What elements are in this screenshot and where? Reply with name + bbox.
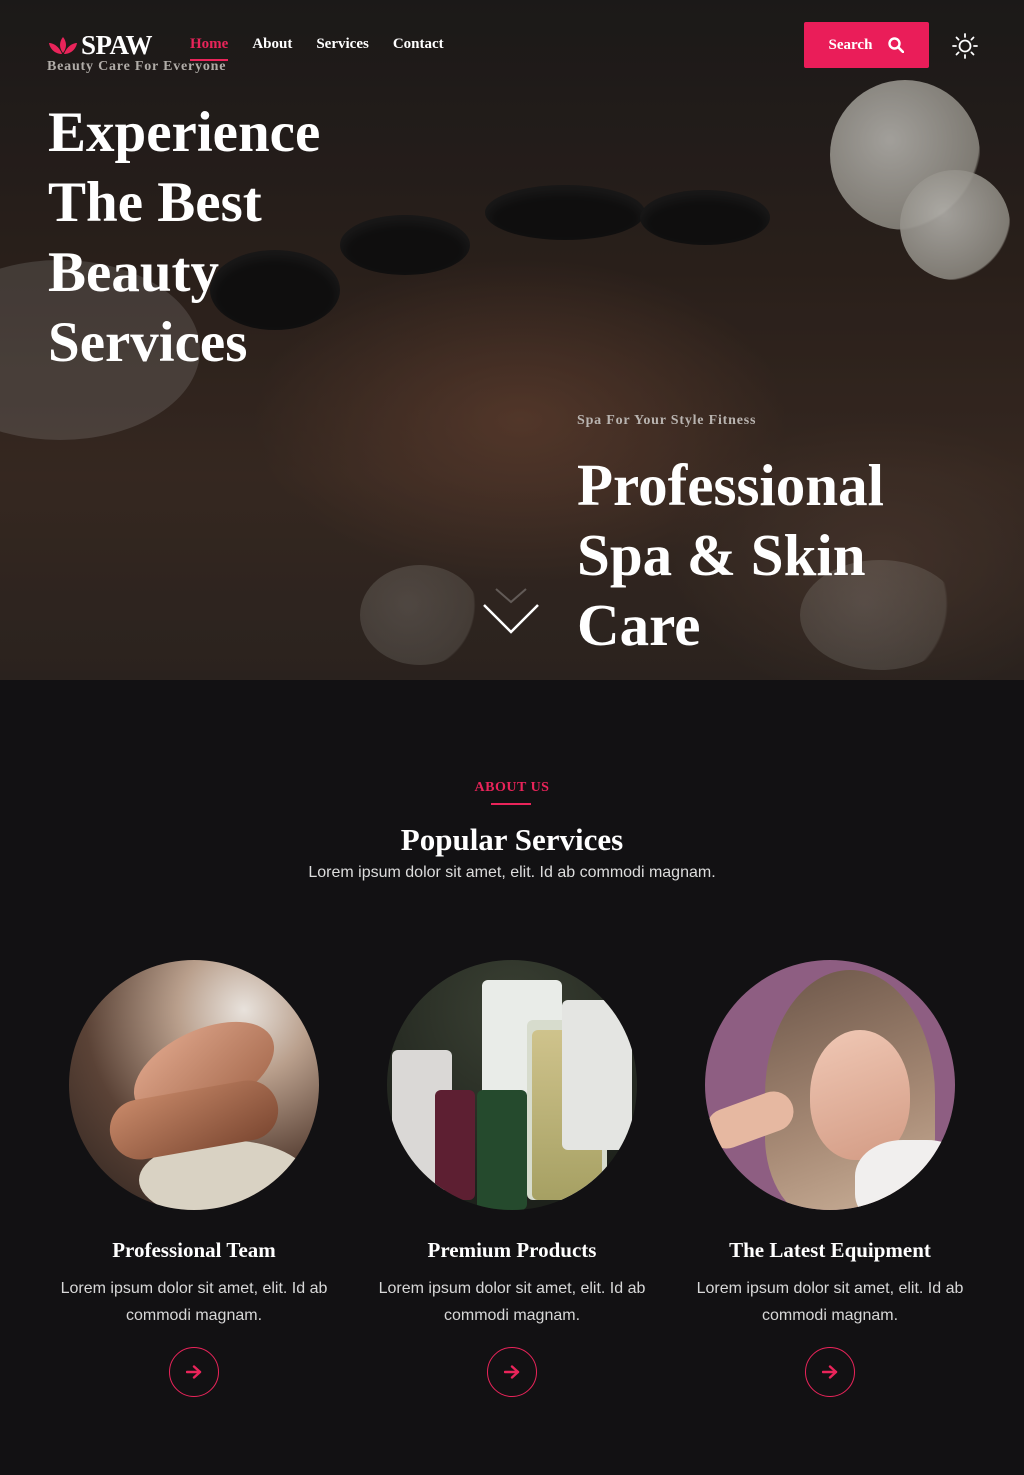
sun-icon[interactable]	[952, 33, 978, 59]
service-text: Lorem ipsum dolor sit amet, elit. Id ab …	[60, 1280, 328, 1324]
foot-massage-image	[69, 960, 319, 1210]
arrow-right-icon	[504, 1365, 520, 1379]
beauty-portrait-image	[705, 960, 955, 1210]
chevron-down-icon[interactable]	[480, 585, 542, 635]
section-subtitle: Lorem ipsum dolor sit amet, elit. Id ab …	[308, 864, 716, 881]
lotus-icon	[49, 36, 77, 54]
service-title: Professional Team	[112, 1238, 276, 1262]
section-title: Popular Services	[400, 822, 624, 857]
hero-section: SPAW Beauty Care For Everyone Home About…	[0, 0, 1024, 680]
search-icon	[888, 37, 905, 53]
service-card: Premium Products Lorem ipsum dolor sit a…	[353, 960, 671, 1397]
search-label: Search	[828, 36, 873, 53]
main-nav: Home About Services Contact	[190, 36, 444, 61]
search-button[interactable]: Search	[804, 22, 929, 68]
skincare-products-image	[387, 960, 637, 1210]
arrow-right-icon	[822, 1365, 838, 1379]
arrow-right-icon	[186, 1365, 202, 1379]
nav-services[interactable]: Services	[316, 36, 368, 61]
brand-tagline: Beauty Care For Everyone	[47, 59, 227, 74]
hero-eyebrow: Spa For Your Style Fitness	[577, 413, 757, 428]
hero-headline: Experience The Best Beauty Services	[48, 101, 321, 374]
service-more-button[interactable]	[487, 1347, 537, 1397]
nav-contact[interactable]: Contact	[393, 36, 444, 61]
brand-name: SPAW	[81, 30, 153, 60]
hero-subheadline: Professional Spa & Skin Care	[577, 452, 885, 658]
service-title: The Latest Equipment	[729, 1238, 931, 1262]
service-card: Professional Team Lorem ipsum dolor sit …	[35, 960, 353, 1397]
section-eyebrow-underline	[491, 803, 531, 805]
service-more-button[interactable]	[169, 1347, 219, 1397]
service-text: Lorem ipsum dolor sit amet, elit. Id ab …	[696, 1280, 964, 1324]
section-eyebrow: ABOUT US	[474, 780, 550, 795]
service-title: Premium Products	[427, 1238, 597, 1262]
service-text: Lorem ipsum dolor sit amet, elit. Id ab …	[378, 1280, 646, 1324]
nav-home[interactable]: Home	[190, 36, 229, 61]
service-more-button[interactable]	[805, 1347, 855, 1397]
service-card: The Latest Equipment Lorem ipsum dolor s…	[671, 960, 989, 1397]
nav-about[interactable]: About	[252, 36, 292, 61]
